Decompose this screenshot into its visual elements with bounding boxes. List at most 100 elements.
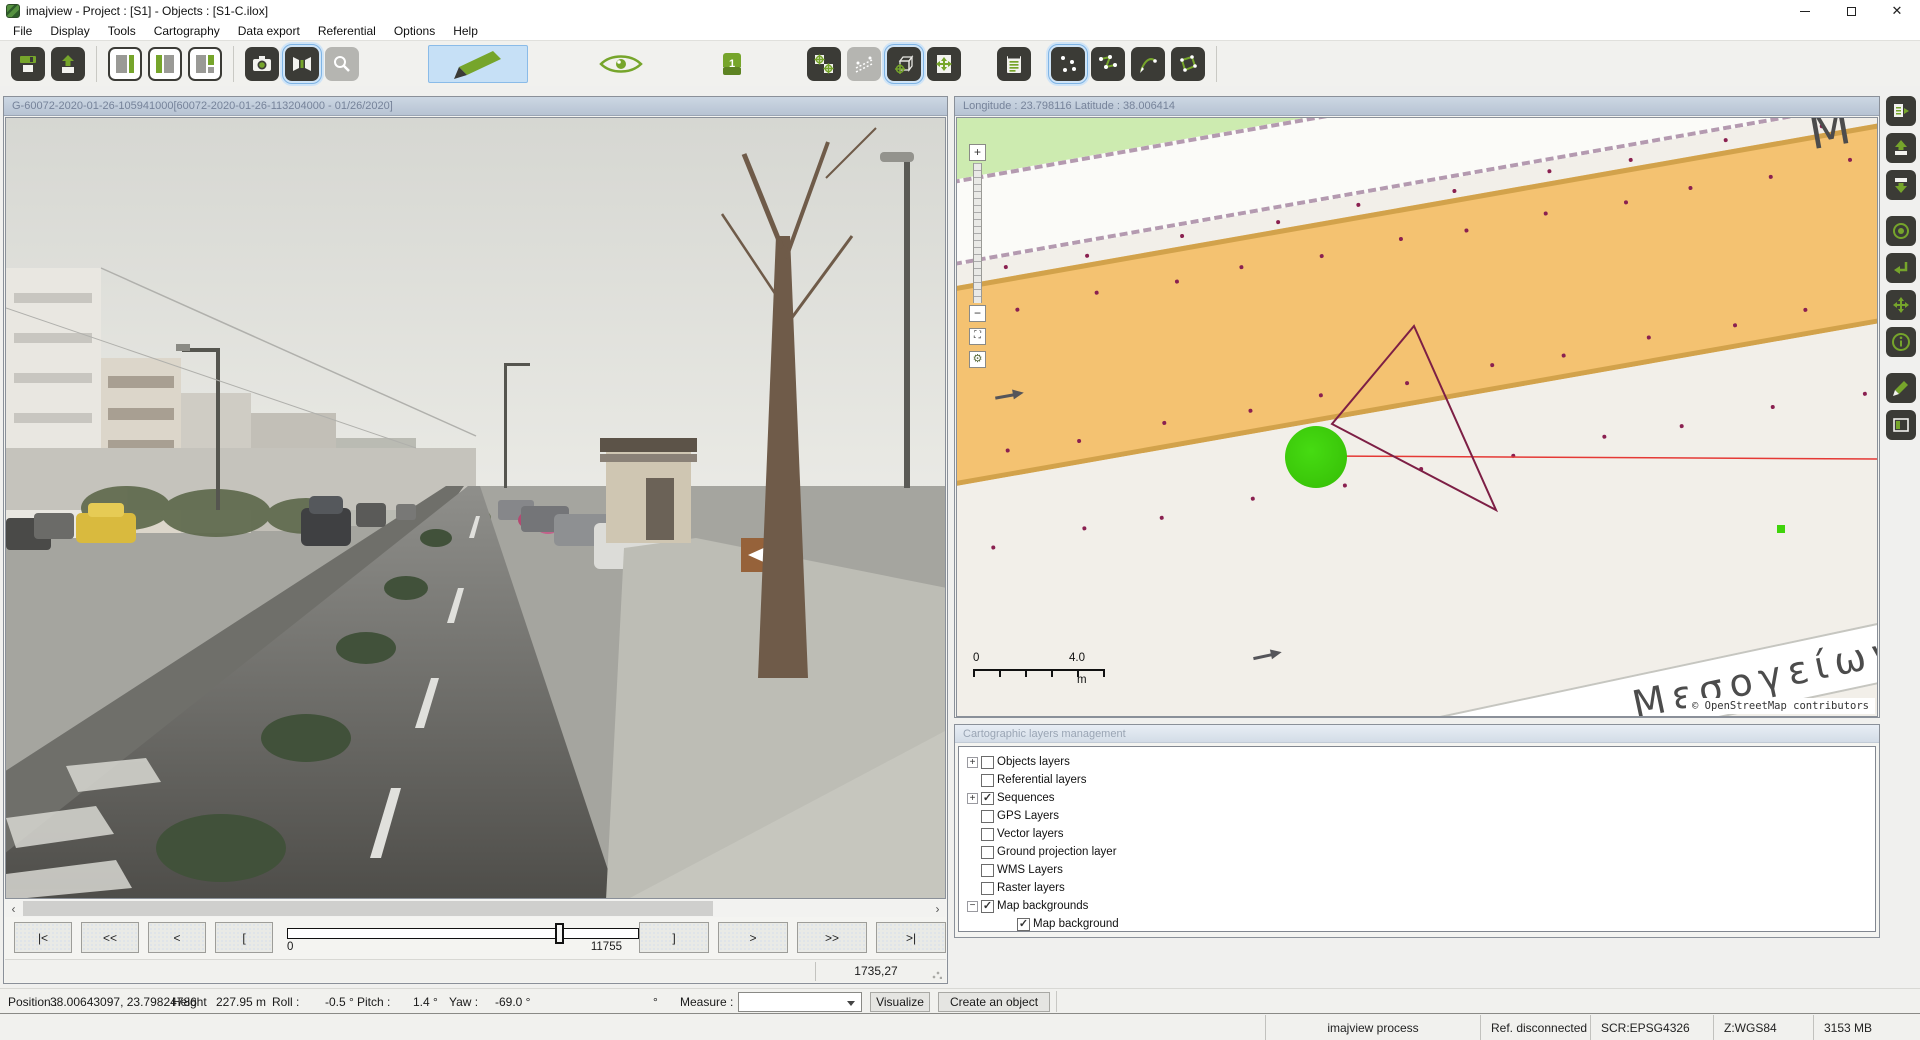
panorama-view-icon[interactable] (285, 47, 319, 81)
titlebar: imajview - Project : [S1] - Objects : [S… (0, 0, 1920, 22)
minimize-button[interactable] (1782, 0, 1828, 22)
window-controls: ✕ (1782, 0, 1920, 22)
layer-row[interactable]: + Objects layers (965, 753, 1875, 771)
menu-cartography[interactable]: Cartography (145, 23, 229, 39)
step-corner-icon[interactable] (1886, 253, 1916, 283)
kiosk (600, 438, 697, 543)
menu-tools[interactable]: Tools (99, 23, 145, 39)
expander-toggle[interactable]: + (967, 793, 978, 804)
map-settings-gear-button[interactable]: ⚙ (969, 351, 986, 368)
create-object-button[interactable]: Create an object (938, 992, 1050, 1012)
layer-checkbox[interactable] (981, 774, 994, 787)
secondary-position-marker (1777, 525, 1785, 533)
map-view[interactable]: Μεσογείων M + − ⛶ ⚙ 0 4.0 (956, 117, 1878, 717)
scr-projection: SCR:EPSG4326 (1590, 1015, 1713, 1040)
layer-row[interactable]: Referential layers (965, 771, 1875, 789)
export-layer-icon[interactable] (1886, 96, 1916, 126)
visibility-eye-icon[interactable] (599, 51, 643, 77)
import-down-icon[interactable] (1886, 170, 1916, 200)
layout-triple-icon[interactable] (188, 47, 222, 81)
record-view-icon[interactable] (1886, 216, 1916, 246)
move-view-icon[interactable] (927, 47, 961, 81)
pan-view-icon[interactable] (1886, 290, 1916, 320)
layer-row[interactable]: −✓Map backgrounds (965, 897, 1875, 915)
zoom-in-button[interactable]: + (969, 144, 986, 161)
scrollbar-thumb[interactable] (23, 901, 713, 916)
search-zoom-icon (325, 47, 359, 81)
nav-button[interactable]: >| (876, 922, 946, 953)
import-up-icon[interactable] (1886, 133, 1916, 163)
zoom-slider[interactable] (973, 163, 982, 303)
layer-label: Raster layers (997, 882, 1065, 894)
menu-referential[interactable]: Referential (309, 23, 385, 39)
annotate-pen-icon[interactable] (1886, 373, 1916, 403)
image-marker-icon[interactable]: 1 (719, 49, 745, 79)
layer-checkbox[interactable] (981, 882, 994, 895)
layer-label: Objects layers (997, 756, 1070, 768)
layer-checkbox[interactable] (981, 828, 994, 841)
menu-data-export[interactable]: Data export (229, 23, 309, 39)
scroll-right-arrow[interactable]: › (929, 900, 946, 917)
menu-file[interactable]: File (4, 23, 41, 39)
open-export-icon[interactable] (51, 47, 85, 81)
slider-track[interactable] (287, 928, 639, 939)
layer-row[interactable]: Ground projection layer (965, 843, 1875, 861)
zoom-out-button[interactable]: − (969, 305, 986, 322)
menu-options[interactable]: Options (385, 23, 444, 39)
menu-display[interactable]: Display (41, 23, 98, 39)
measure-select[interactable] (738, 992, 862, 1012)
info-icon[interactable] (1886, 327, 1916, 357)
layer-row[interactable]: Vector layers (965, 825, 1875, 843)
curve-tool-icon[interactable] (1131, 47, 1165, 81)
close-button[interactable]: ✕ (1874, 0, 1920, 22)
expander-toggle[interactable]: + (967, 757, 978, 768)
menu-help[interactable]: Help (444, 23, 487, 39)
visualize-button[interactable]: Visualize (870, 992, 930, 1012)
nav-button[interactable]: << (81, 922, 139, 953)
street-photo[interactable] (5, 117, 946, 899)
nav-button[interactable]: >> (797, 922, 867, 953)
measure-pen-button[interactable] (428, 45, 528, 83)
panel-view-icon[interactable] (1886, 410, 1916, 440)
nav-button[interactable]: ] (639, 922, 709, 953)
layer-checkbox[interactable] (981, 864, 994, 877)
position-marker[interactable] (1285, 426, 1347, 488)
height-label: Height (172, 995, 207, 1009)
sequence-slider[interactable]: 0 11755 (287, 919, 622, 956)
nav-button[interactable]: [ (215, 922, 273, 953)
polygon-tool-icon[interactable] (1171, 47, 1205, 81)
layer-row[interactable]: WMS Layers (965, 861, 1875, 879)
layer-row[interactable]: GPS Layers (965, 807, 1875, 825)
slider-thumb[interactable] (555, 923, 564, 944)
maximize-button[interactable] (1828, 0, 1874, 22)
layer-checkbox[interactable] (981, 810, 994, 823)
layer-checkbox[interactable]: ✓ (981, 792, 994, 805)
view-3d-cube-icon[interactable] (887, 47, 921, 81)
layer-row[interactable]: ✓Map background (965, 915, 1875, 932)
layer-checkbox[interactable]: ✓ (981, 900, 994, 913)
target-pair-icon[interactable] (807, 47, 841, 81)
notes-list-icon[interactable] (997, 47, 1031, 81)
save-icon[interactable] (11, 47, 45, 81)
layer-checkbox[interactable] (981, 756, 994, 769)
polyline-tool-icon[interactable] (1091, 47, 1125, 81)
nav-button[interactable]: |< (14, 922, 72, 953)
layer-label: GPS Layers (997, 810, 1059, 822)
layer-row[interactable]: +✓Sequences (965, 789, 1875, 807)
layer-checkbox[interactable]: ✓ (1017, 918, 1030, 931)
layer-label: Sequences (997, 792, 1055, 804)
resize-grip[interactable] (932, 969, 942, 979)
nav-button[interactable]: < (148, 922, 206, 953)
layer-row[interactable]: Raster layers (965, 879, 1875, 897)
layout-single-icon[interactable] (108, 47, 142, 81)
point-tool-icon[interactable] (1051, 47, 1085, 81)
layer-checkbox[interactable] (981, 846, 994, 859)
photo-horizontal-scrollbar[interactable]: ‹ › (5, 900, 946, 917)
fit-extent-button[interactable]: ⛶ (969, 328, 986, 345)
expander-toggle[interactable]: − (967, 901, 978, 912)
nav-button[interactable]: > (718, 922, 788, 953)
camera-icon[interactable] (245, 47, 279, 81)
layout-columns-icon[interactable] (148, 47, 182, 81)
application-window: imajview - Project : [S1] - Objects : [S… (0, 0, 1920, 1040)
scroll-left-arrow[interactable]: ‹ (5, 900, 22, 917)
